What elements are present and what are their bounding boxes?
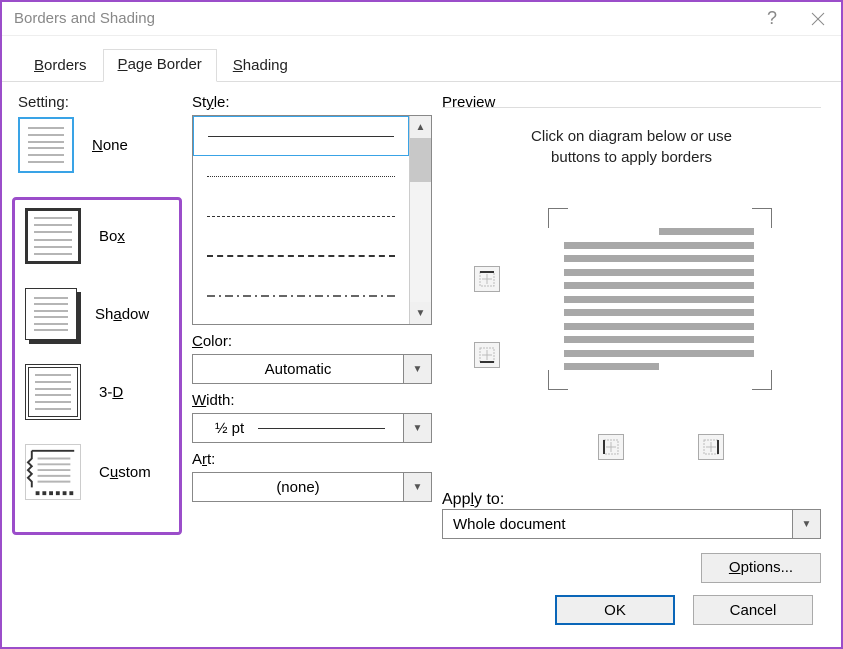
preview-column: Preview Click on diagram below or usebut… (442, 94, 821, 583)
dialog-window: Borders and Shading ? Borders Page Borde… (0, 0, 843, 649)
border-left-button[interactable] (598, 434, 624, 460)
corner-mark-tr (752, 208, 772, 228)
art-value: (none) (193, 479, 403, 496)
border-bottom-button[interactable] (474, 342, 500, 368)
chevron-down-icon[interactable]: ▼ (792, 510, 820, 538)
setting-none[interactable]: None (18, 117, 182, 173)
style-scrollbar[interactable]: ▲ ▼ (409, 116, 431, 324)
setting-box[interactable]: Box (25, 208, 175, 264)
width-value: ½ pt (201, 420, 258, 437)
setting-3d-icon (25, 364, 81, 420)
border-top-button[interactable] (474, 266, 500, 292)
chevron-down-icon[interactable]: ▼ (403, 473, 431, 501)
options-button[interactable]: Options... (701, 553, 821, 583)
setting-none-icon (18, 117, 74, 173)
width-sample-line (258, 428, 385, 429)
border-right-button[interactable] (698, 434, 724, 460)
color-value: Automatic (193, 361, 403, 378)
scroll-up-icon[interactable]: ▲ (410, 116, 431, 138)
preview-diagram[interactable] (454, 194, 809, 434)
style-item-dash2[interactable] (193, 236, 409, 276)
tab-bar: Borders Page Border Shading (2, 36, 841, 82)
scroll-thumb[interactable] (410, 138, 431, 182)
preview-area: Click on diagram below or usebuttons to … (442, 107, 821, 477)
style-item-dashdot[interactable] (193, 276, 409, 316)
chevron-down-icon[interactable]: ▼ (403, 414, 431, 442)
setting-custom-icon (25, 444, 81, 500)
apply-to-dropdown[interactable]: Whole document ▼ (442, 509, 821, 539)
apply-to-group: Apply to: Whole document ▼ (442, 491, 821, 539)
cancel-button[interactable]: Cancel (693, 595, 813, 625)
close-button[interactable] (795, 2, 841, 35)
title-bar: Borders and Shading ? (2, 2, 841, 36)
setting-label: Setting: (18, 94, 182, 111)
style-list[interactable]: ▲ ▼ (192, 115, 432, 325)
art-dropdown[interactable]: (none) ▼ (192, 472, 432, 502)
apply-to-value: Whole document (443, 516, 792, 533)
style-item-dash1[interactable] (193, 196, 409, 236)
dialog-footer: OK Cancel (2, 595, 841, 647)
color-label: Color: (192, 333, 432, 350)
setting-custom[interactable]: Custom (25, 444, 175, 500)
preview-hint: Click on diagram below or usebuttons to … (454, 126, 809, 168)
apply-to-label: Apply to: (442, 491, 821, 509)
color-dropdown[interactable]: Automatic ▼ (192, 354, 432, 384)
tab-shading[interactable]: Shading (219, 51, 302, 82)
setting-shadow-icon (25, 288, 77, 340)
chevron-down-icon[interactable]: ▼ (403, 355, 431, 383)
content-area: Setting: None Box Shado (2, 82, 841, 595)
ok-button[interactable]: OK (555, 595, 675, 625)
setting-box-icon (25, 208, 81, 264)
style-item-dotted[interactable] (193, 156, 409, 196)
width-dropdown[interactable]: ½ pt ▼ (192, 413, 432, 443)
corner-mark-br (752, 370, 772, 390)
style-item-solid[interactable] (193, 116, 409, 156)
tab-borders[interactable]: Borders (20, 51, 101, 82)
setting-3d[interactable]: 3-D (25, 364, 175, 420)
setting-column: Setting: None Box Shado (12, 94, 182, 583)
setting-shadow[interactable]: Shadow (25, 288, 175, 340)
highlight-box: Box Shadow 3-D (12, 197, 182, 535)
scroll-down-icon[interactable]: ▼ (410, 302, 431, 324)
style-label: Style: (192, 94, 432, 111)
tab-page-border[interactable]: Page Border (103, 49, 217, 82)
style-column: Style: ▲ ▼ (192, 94, 432, 583)
title-text: Borders and Shading (14, 10, 155, 27)
help-button[interactable]: ? (749, 2, 795, 35)
preview-page[interactable] (564, 224, 754, 374)
art-label: Art: (192, 451, 432, 468)
width-label: Width: (192, 392, 432, 409)
